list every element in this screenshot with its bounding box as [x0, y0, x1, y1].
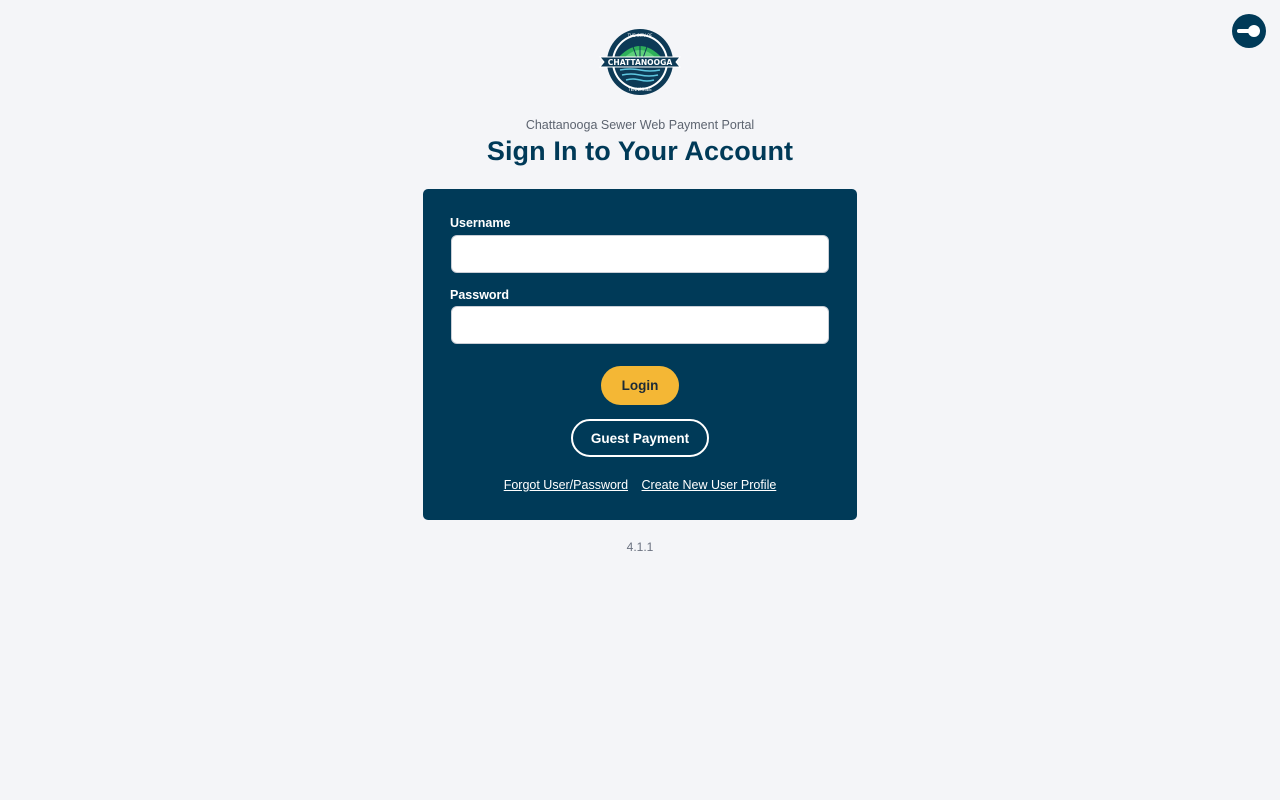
login-card: Username Password Login Guest Payment Fo… — [423, 189, 857, 520]
forgot-password-link[interactable]: Forgot User/Password — [504, 478, 628, 492]
key-icon-button[interactable] — [1232, 14, 1266, 48]
svg-text:THE CITY OF: THE CITY OF — [627, 33, 654, 38]
city-seal-logo: CHATTANOOGA THE CITY OF TENNESSEE — [598, 28, 682, 96]
login-button[interactable]: Login — [601, 366, 679, 405]
create-profile-link[interactable]: Create New User Profile — [642, 478, 777, 492]
password-label: Password — [450, 288, 510, 302]
account-links: Forgot User/Password Create New User Pro… — [423, 478, 857, 492]
username-label: Username — [450, 216, 511, 230]
version-label: 4.1.1 — [626, 540, 654, 554]
page-title: Sign In to Your Account — [486, 136, 794, 166]
svg-text:CHATTANOOGA: CHATTANOOGA — [608, 58, 673, 67]
password-input[interactable] — [451, 306, 829, 344]
login-page: CHATTANOOGA THE CITY OF TENNESSEE Chatta… — [0, 0, 1280, 800]
svg-text:TENNESSEE: TENNESSEE — [627, 87, 652, 92]
username-input[interactable] — [451, 235, 829, 273]
portal-subtitle: Chattanooga Sewer Web Payment Portal — [525, 118, 755, 132]
guest-payment-button[interactable]: Guest Payment — [571, 419, 709, 457]
key-icon — [1237, 25, 1260, 37]
